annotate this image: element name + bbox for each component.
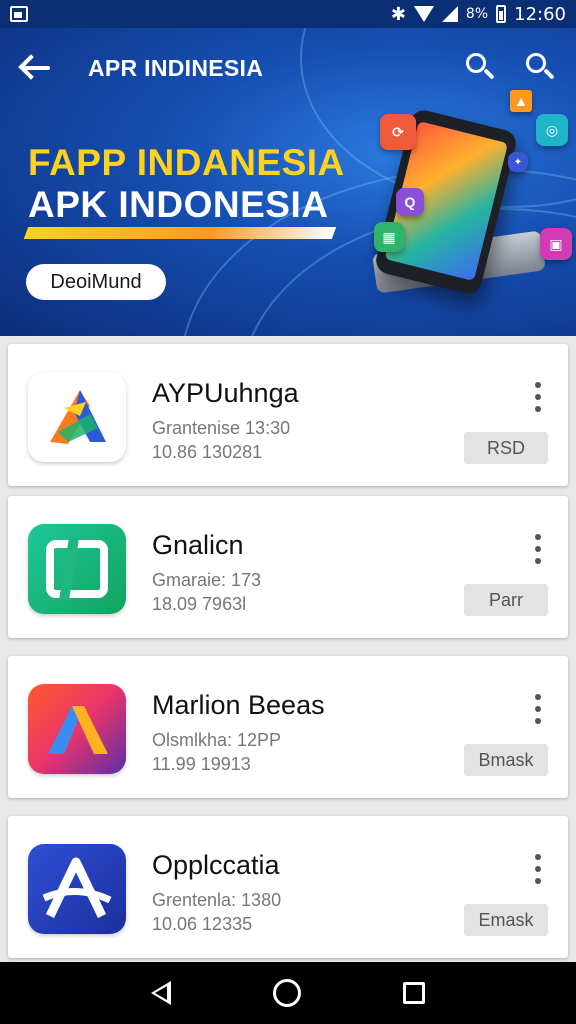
gallery-notification-icon (10, 6, 28, 22)
install-button[interactable]: Emask (464, 904, 548, 936)
page-title: APR INDINESIA (88, 54, 264, 81)
app-meta: Olsmlkha: 12PP (152, 730, 282, 750)
banner-stripe (23, 227, 337, 239)
app-bar: APR INDINESIA (0, 28, 576, 108)
install-button[interactable]: Bmask (464, 744, 548, 776)
more-options-icon[interactable] (528, 534, 548, 564)
bluetooth-icon: ✱ (390, 3, 406, 25)
nav-home-icon[interactable] (273, 979, 301, 1007)
app-name: Marlion Beeas (152, 690, 325, 720)
app-meta: 10.86 130281 (152, 442, 263, 462)
app-meta: Gmaraie: 173 (152, 570, 262, 590)
app-card[interactable]: Marlion Beeas Olsmlkha: 12PP 11.99 19913… (8, 656, 568, 798)
status-bar: ✱ 8% 12:60 (0, 0, 576, 28)
nav-back-icon[interactable] (151, 981, 171, 1005)
banner-button[interactable]: DeoiMund (26, 264, 166, 300)
banner-headline: FAPP INDANESIA (28, 142, 345, 183)
floating-app-icon: ▣ (540, 228, 572, 260)
app-meta: 18.09 7963l (152, 594, 247, 614)
install-button[interactable]: RSD (464, 432, 548, 464)
app-name: AYPUuhnga (152, 378, 299, 408)
app-name: Opplccatia (152, 850, 280, 880)
search-icon[interactable] (464, 51, 498, 85)
gradient-a-logo-icon (28, 684, 126, 774)
app-meta: Grantenise 13:30 (152, 418, 291, 438)
floating-app-icon: ◎ (536, 114, 568, 146)
search-icon[interactable] (524, 51, 558, 85)
clock: 12:60 (514, 3, 566, 25)
floating-app-icon: ⟳ (380, 114, 416, 150)
app-name: Gnalicn (152, 530, 244, 560)
signal-icon (441, 6, 458, 22)
app-meta: Grentenla: 1380 (152, 890, 282, 910)
more-options-icon[interactable] (528, 382, 548, 412)
blue-a-logo-icon (28, 844, 126, 934)
header-banner: APR INDINESIA FAPP INDANESIA APK INDONES… (0, 28, 576, 336)
app-meta: 11.99 19913 (152, 754, 251, 774)
wifi-icon (413, 6, 434, 22)
floating-app-icon: ✦ (508, 152, 528, 172)
system-nav-bar (0, 962, 576, 1024)
battery-icon (496, 5, 507, 23)
nav-recents-icon[interactable] (403, 982, 425, 1004)
app-card[interactable]: Gnalicn Gmaraie: 173 18.09 7963l Parr (8, 496, 568, 638)
floating-app-icon: Q (396, 188, 424, 216)
app-card[interactable]: Opplccatia Grentenla: 1380 10.06 12335 E… (8, 816, 568, 958)
back-arrow-icon[interactable] (18, 50, 54, 86)
floating-app-icon: ▦ (374, 222, 404, 252)
app-card[interactable]: AYPUuhnga Grantenise 13:30 10.86 130281 … (8, 344, 568, 486)
floating-app-icon: ▲ (510, 90, 532, 112)
more-options-icon[interactable] (528, 694, 548, 724)
more-options-icon[interactable] (528, 854, 548, 884)
green-square-logo-icon (28, 524, 126, 614)
colorful-a-logo-icon (28, 372, 126, 462)
battery-percent: 8% (465, 6, 489, 22)
app-meta: 10.06 12335 (152, 914, 253, 934)
banner-subheadline: APK INDONESIA (28, 184, 329, 225)
install-button[interactable]: Parr (464, 584, 548, 616)
